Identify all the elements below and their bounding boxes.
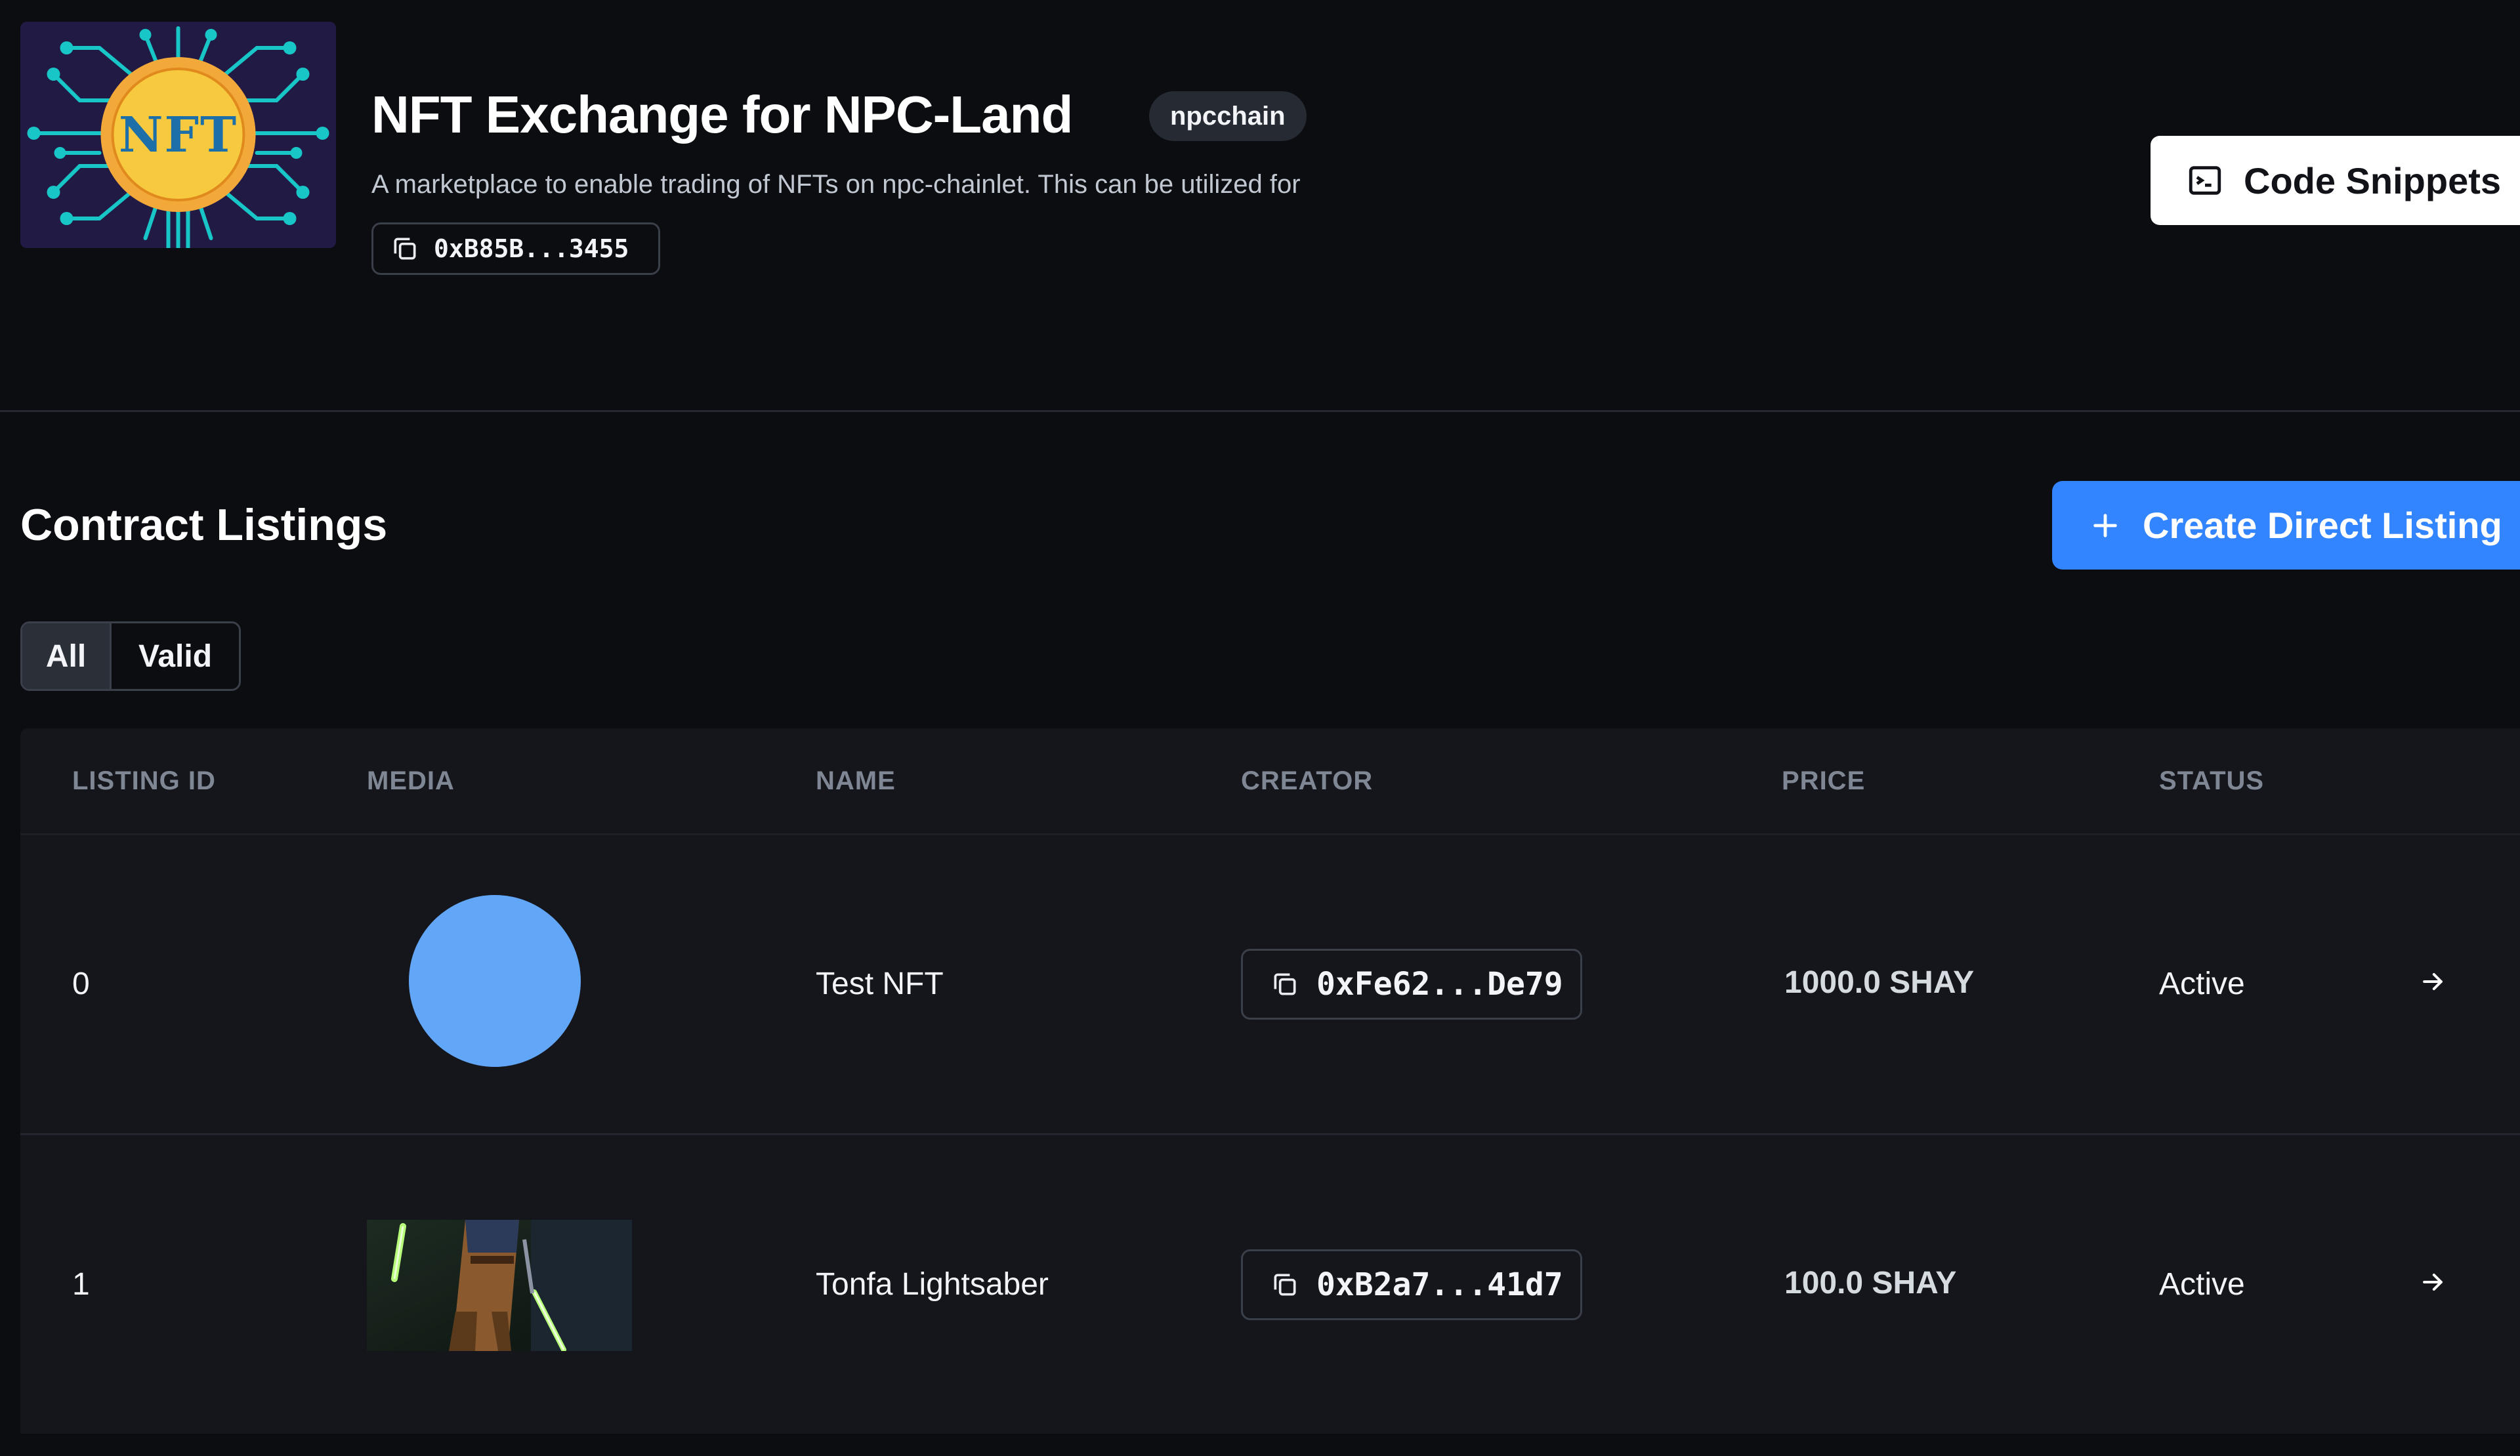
terminal-icon — [2189, 166, 2221, 195]
creator-address-text: 0xFe62...De79 — [1316, 966, 1563, 1003]
listing-id: 1 — [72, 1267, 90, 1302]
column-header-price[interactable]: PRICE — [1782, 728, 1865, 833]
column-header-name[interactable]: NAME — [816, 728, 896, 833]
code-snippets-label: Code Snippets — [2244, 159, 2502, 201]
listings-table: LISTING ID MEDIA NAME CREATOR PRICE STAT… — [20, 728, 2520, 1434]
section-title: Contract Listings — [20, 500, 388, 550]
lightsaber-image-icon — [367, 1220, 632, 1351]
filter-tab-valid[interactable]: Valid — [112, 623, 239, 689]
creator-address-text: 0xB2a7...41d7 — [1316, 1266, 1563, 1303]
contract-description: A marketplace to enable trading of NFTs … — [371, 170, 1301, 199]
listing-name: Tonfa Lightsaber — [816, 1267, 1049, 1302]
create-direct-listing-button[interactable]: Create Direct Listing — [2052, 481, 2520, 570]
table-row[interactable]: 1 Tonfa Lightsaber 0xB2a7...41d7 100.0 S… — [20, 1135, 2520, 1434]
column-header-listing-id[interactable]: LISTING ID — [72, 728, 216, 833]
creator-address-copy-button[interactable]: 0xB2a7...41d7 — [1241, 1249, 1582, 1320]
filter-tab-all[interactable]: All — [22, 623, 112, 689]
listing-price: 1000.0 SHAY — [1784, 965, 1975, 1000]
contract-address-copy-button[interactable]: 0xB85B...3455 — [371, 222, 660, 275]
contract-logo: NFT — [20, 22, 336, 248]
column-header-media[interactable]: MEDIA — [367, 728, 455, 833]
copy-icon — [1274, 1274, 1296, 1296]
contract-address-text: 0xB85B...3455 — [434, 234, 629, 263]
copy-icon — [1274, 973, 1296, 995]
creator-address-copy-button[interactable]: 0xFe62...De79 — [1241, 949, 1582, 1020]
chain-badge: npcchain — [1149, 91, 1307, 141]
create-listing-label: Create Direct Listing — [2143, 505, 2502, 546]
plus-icon — [2093, 513, 2117, 537]
copy-icon — [394, 238, 416, 260]
contract-title: NFT Exchange for NPC-Land — [371, 85, 1073, 144]
table-row[interactable]: 0 Test NFT 0xFe62...De79 1000.0 SHAY Act… — [20, 835, 2520, 1133]
contract-page: NFT NFT Exchange for NPC-Land npcchain A… — [0, 0, 2520, 1456]
listing-filter-tabs: All Valid — [20, 621, 241, 691]
listing-id: 0 — [72, 967, 90, 1001]
arrow-right-icon[interactable] — [2418, 967, 2447, 996]
listing-media-placeholder — [409, 895, 581, 1067]
listing-name: Test NFT — [816, 967, 944, 1001]
column-header-creator[interactable]: CREATOR — [1241, 728, 1373, 833]
listing-price: 100.0 SHAY — [1784, 1266, 1957, 1300]
listing-media-image — [367, 1220, 632, 1351]
listing-status: Active — [2159, 967, 2245, 1001]
arrow-right-icon[interactable] — [2418, 1268, 2447, 1297]
logo-text: NFT — [118, 106, 238, 163]
header-divider — [0, 410, 2520, 412]
listing-status: Active — [2159, 1267, 2245, 1302]
code-snippets-button[interactable]: Code Snippets — [2151, 136, 2520, 225]
column-header-status[interactable]: STATUS — [2159, 728, 2264, 833]
